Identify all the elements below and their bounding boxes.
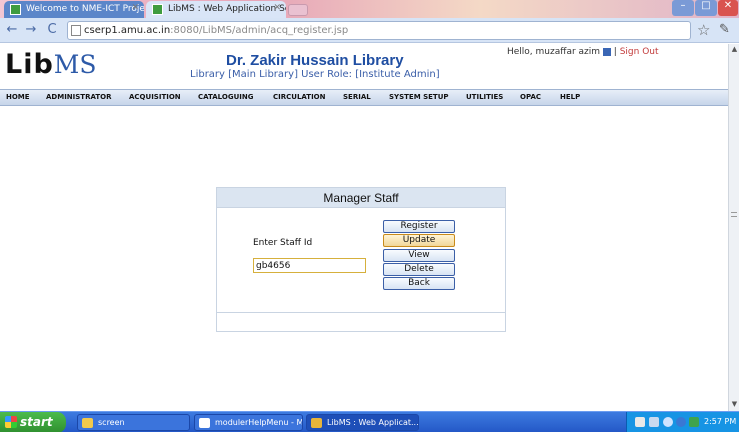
close-window-button[interactable]: ✕ [718, 0, 738, 16]
greeting-text: Hello, muzaffar azim [507, 47, 601, 57]
taskbar-item-screen[interactable]: screen [77, 414, 190, 431]
library-title: Dr. Zakir Hussain Library [226, 52, 404, 69]
delete-button[interactable]: Delete [383, 263, 455, 276]
scroll-grip[interactable] [731, 212, 737, 217]
logo-main: Lib [5, 49, 54, 80]
tab-favicon-icon [152, 4, 163, 15]
back-arrow-icon[interactable]: ← [4, 22, 20, 38]
page-icon [71, 25, 81, 36]
menu-home[interactable]: HOME [6, 93, 30, 101]
forward-arrow-icon[interactable]: → [23, 22, 39, 38]
minimize-window-button[interactable]: – [672, 0, 694, 16]
monitor-icon[interactable] [689, 417, 699, 427]
start-label: start [20, 415, 53, 429]
document-icon [199, 418, 210, 428]
staff-id-label: Enter Staff Id [253, 238, 313, 248]
scroll-up-icon[interactable]: ▲ [730, 45, 739, 54]
menu-utilities[interactable]: UTILITIES [466, 93, 503, 101]
menu-system-setup[interactable]: SYSTEM SETUP [389, 93, 449, 101]
page-viewport: LibMS Dr. Zakir Hussain Library Library … [0, 44, 739, 411]
start-button[interactable]: start [0, 412, 66, 432]
separator: | [613, 47, 617, 57]
address-bar[interactable]: cserp1.amu.ac.in:8080/LibMS/admin/acq_re… [67, 21, 691, 40]
menu-administrator[interactable]: ADMINISTRATOR [46, 93, 111, 101]
menu-acquisition[interactable]: ACQUISITION [129, 93, 181, 101]
tab-close-icon[interactable]: ✕ [273, 3, 281, 13]
folder-icon [82, 418, 93, 428]
clock: 2:57 PM [704, 417, 737, 426]
logo-accent: MS [53, 50, 97, 79]
network-icon[interactable] [649, 417, 659, 427]
menu-help[interactable]: HELP [560, 93, 580, 101]
chrome-icon[interactable] [676, 417, 686, 427]
panel-footer-divider [217, 312, 505, 313]
back-button[interactable]: Back [383, 277, 455, 290]
reload-icon[interactable]: C [44, 22, 60, 38]
browser-icon [311, 418, 322, 428]
taskbar-item-word[interactable]: modulerHelpMenu - M... [194, 414, 303, 431]
register-button[interactable]: Register [383, 220, 455, 233]
menu-cataloguing[interactable]: CATALOGUING [198, 93, 253, 101]
main-menu: HOME ADMINISTRATOR ACQUISITION CATALOGUI… [0, 89, 728, 106]
maximize-window-button[interactable]: □ [695, 0, 717, 16]
taskbar: start screen modulerHelpMenu - M... LibM… [0, 411, 739, 432]
tab-welcome[interactable]: Welcome to NME-ICT Project ✕ [4, 1, 144, 18]
browser-toolbar: ← → C cserp1.amu.ac.in:8080/LibMS/admin/… [0, 18, 739, 43]
library-role: Library [Main Library] User Role: [Insti… [190, 69, 440, 80]
menu-serial[interactable]: SERIAL [343, 93, 371, 101]
staff-id-input[interactable] [253, 258, 366, 273]
help-icon[interactable] [635, 417, 645, 427]
system-tray: 2:57 PM [626, 412, 739, 432]
libms-logo: LibMS [5, 49, 97, 80]
update-button[interactable]: Update [383, 234, 455, 247]
url-path: :8080/LibMS/admin/acq_register.jsp [170, 25, 349, 36]
tab-favicon-icon [10, 4, 21, 15]
tab-label: LibMS : Web Application Secti [168, 4, 286, 14]
vertical-scrollbar[interactable]: ▲ ▼ [728, 44, 739, 411]
user-box: Hello, muzaffar azim | Sign Out [507, 47, 659, 57]
browser-tabstrip: Welcome to NME-ICT Project ✕ LibMS : Web… [0, 0, 739, 18]
taskbar-item-libms[interactable]: LibMS : Web Applicat... [306, 414, 419, 431]
menu-circulation[interactable]: CIRCULATION [273, 93, 325, 101]
taskbar-item-label: screen [98, 418, 125, 427]
url-host: cserp1.amu.ac.in [84, 25, 171, 36]
wrench-icon[interactable]: ✎ [719, 22, 730, 37]
taskbar-item-label: LibMS : Web Applicat... [327, 418, 419, 427]
panel-title: Manager Staff [217, 188, 505, 208]
view-button[interactable]: View [383, 249, 455, 262]
new-tab-button[interactable] [288, 4, 308, 16]
manager-staff-panel: Manager Staff Enter Staff Id Register Up… [216, 187, 506, 332]
star-icon[interactable]: ☆ [697, 21, 710, 39]
windows-flag-icon [5, 416, 17, 428]
tab-close-icon[interactable]: ✕ [131, 3, 139, 13]
user-icon[interactable] [602, 47, 611, 56]
scroll-down-icon[interactable]: ▼ [730, 400, 739, 409]
update-icon[interactable] [663, 417, 673, 427]
tab-label: Welcome to NME-ICT Project [26, 4, 144, 14]
tab-libms[interactable]: LibMS : Web Application Secti ✕ [146, 1, 286, 18]
sign-out-link[interactable]: Sign Out [620, 47, 659, 57]
taskbar-item-label: modulerHelpMenu - M... [215, 418, 303, 427]
menu-opac[interactable]: OPAC [520, 93, 541, 101]
